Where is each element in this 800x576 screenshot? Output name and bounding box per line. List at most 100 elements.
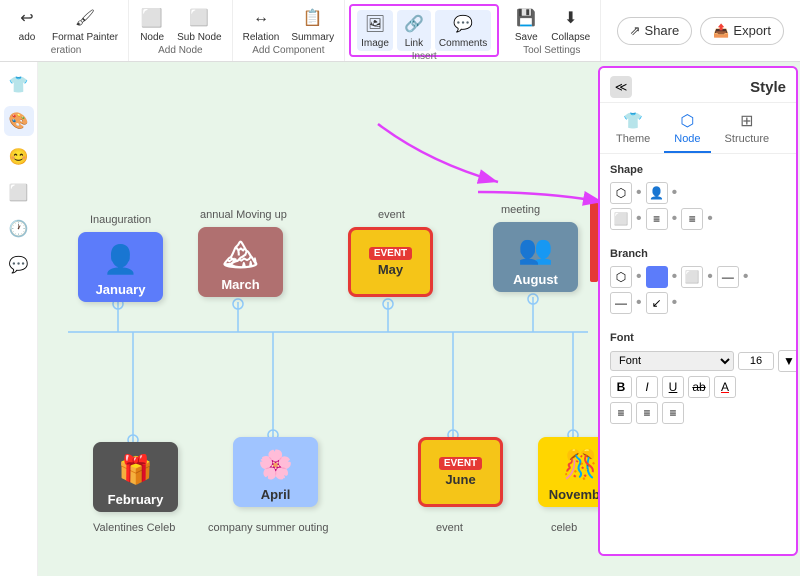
icon-icon[interactable]: 😊: [4, 142, 34, 172]
march-icon: 🏔: [211, 232, 271, 277]
font-color-button[interactable]: A: [714, 376, 736, 398]
node-march[interactable]: 🏔 March: [198, 227, 283, 297]
shape-dot-2: •: [672, 184, 678, 202]
font-size-down-button[interactable]: ▼: [778, 350, 798, 372]
branch-btn-4[interactable]: —: [717, 266, 739, 288]
font-size-input[interactable]: [738, 352, 774, 370]
link-button[interactable]: 🔗 Link: [397, 10, 431, 51]
shape-btn-2[interactable]: 👤: [646, 182, 668, 204]
structure-tab-label: Structure: [725, 133, 770, 145]
april-label: April: [261, 487, 291, 502]
strikethrough-label: ab: [692, 380, 705, 394]
shape-btn-3[interactable]: ⬜: [610, 208, 632, 230]
sub-node-button[interactable]: ⬜ Sub Node: [173, 4, 225, 45]
group-label-insert: Insert: [412, 51, 437, 62]
branch-row-1: ⬡ • • ⬜ • — •: [610, 266, 786, 288]
toolbar-group-generation: ↩ ado 🖌 Format Painter eration: [4, 0, 129, 61]
february-label: February: [108, 492, 164, 507]
branch-btn-5[interactable]: —: [610, 292, 632, 314]
share-label: Share: [645, 23, 680, 38]
relation-icon: ↔: [248, 6, 274, 30]
export-label: Export: [733, 23, 771, 38]
group-label-generation: eration: [51, 45, 82, 56]
font-family-select[interactable]: Font Arial Times New Roman: [610, 351, 734, 371]
collapse-panel-icon: ≪: [615, 80, 628, 94]
save-label: Save: [515, 32, 538, 43]
outline-icon[interactable]: ⬜: [4, 178, 34, 208]
shape-section: Shape ⬡ • 👤 • ⬜ • ≡ • ≡ •: [600, 154, 796, 238]
branch-btn-3[interactable]: ⬜: [681, 266, 703, 288]
export-icon: 📤: [713, 23, 729, 39]
node-may[interactable]: EVENT May: [348, 227, 433, 297]
style-tabs: 👕 Theme ⬡ Node ⊞ Structure: [600, 103, 796, 154]
tab-theme[interactable]: 👕 Theme: [606, 107, 660, 153]
node-june[interactable]: EVENT June: [418, 437, 503, 507]
toolbar-group-add-node: ⬜ Node ⬜ Sub Node Add Node: [129, 0, 232, 61]
align-left-button[interactable]: ≡: [610, 402, 632, 424]
february-icon: 🎁: [106, 447, 166, 492]
history-icon[interactable]: 🕐: [4, 214, 34, 244]
feedback-icon[interactable]: 💬: [4, 250, 34, 280]
node-august[interactable]: 👥 August: [493, 222, 578, 292]
shape-btn-1[interactable]: ⬡: [610, 182, 632, 204]
may-label: May: [378, 262, 403, 277]
march-label: March: [221, 277, 259, 292]
shape-dot-1: •: [636, 184, 642, 202]
theme-tab-icon: 👕: [623, 111, 643, 131]
june-label: June: [445, 472, 475, 487]
undo-button[interactable]: ↩ ado: [10, 4, 44, 45]
font-label: Font: [610, 332, 786, 344]
toolbar-group-insert: 🖼 Image 🔗 Link 💬 Comments Insert: [349, 4, 499, 57]
comments-button[interactable]: 💬 Comments: [435, 10, 491, 51]
node-january[interactable]: 👤 January: [78, 232, 163, 302]
shape-btn-5[interactable]: ≡: [681, 208, 703, 230]
link-icon: 🔗: [401, 12, 427, 36]
format-painter-button[interactable]: 🖌 Format Painter: [48, 4, 122, 45]
strikethrough-button[interactable]: ab: [688, 376, 710, 398]
toolbar-group-tool-settings: 💾 Save ⬇ Collapse Tool Settings: [503, 0, 601, 61]
branch-btn-1[interactable]: ⬡: [610, 266, 632, 288]
collapse-panel-button[interactable]: ≪: [610, 76, 632, 98]
summary-icon: 📋: [300, 6, 326, 30]
relation-button[interactable]: ↔ Relation: [239, 4, 284, 45]
bold-button[interactable]: B: [610, 376, 632, 398]
share-button[interactable]: ⇗ Share: [617, 17, 693, 45]
node-april[interactable]: 🌸 April: [233, 437, 318, 507]
branch-section: Branch ⬡ • • ⬜ • — • — • ↙ •: [600, 238, 796, 322]
branch-btn-6[interactable]: ↙: [646, 292, 668, 314]
style-icon[interactable]: 🎨: [4, 106, 34, 136]
label-event-may: event: [378, 209, 405, 221]
shape-btn-4[interactable]: ≡: [646, 208, 668, 230]
branch-color-btn[interactable]: [646, 266, 668, 288]
node-icon: ⬜: [139, 6, 165, 30]
group-label-add-node: Add Node: [158, 45, 202, 56]
label-celeb: celeb: [551, 522, 577, 534]
align-right-button[interactable]: ≡: [662, 402, 684, 424]
branch-dot-6: •: [672, 294, 678, 312]
top-right-actions: ⇗ Share 📤 Export: [617, 0, 796, 61]
august-icon: 👥: [506, 227, 566, 272]
main-area: 👕 🎨 😊 ⬜ 🕐 💬: [0, 62, 800, 576]
image-button[interactable]: 🖼 Image: [357, 10, 393, 51]
export-button[interactable]: 📤 Export: [700, 17, 784, 45]
bold-label: B: [617, 380, 626, 394]
sub-node-icon: ⬜: [186, 6, 212, 30]
summary-button[interactable]: 📋 Summary: [287, 4, 338, 45]
underline-button[interactable]: U: [662, 376, 684, 398]
italic-button[interactable]: I: [636, 376, 658, 398]
link-label: Link: [405, 38, 423, 49]
tab-node[interactable]: ⬡ Node: [664, 107, 710, 153]
save-button[interactable]: 💾 Save: [509, 4, 543, 45]
node-february[interactable]: 🎁 February: [93, 442, 178, 512]
italic-label: I: [645, 380, 648, 394]
collapse-icon: ⬇: [558, 6, 584, 30]
tab-structure[interactable]: ⊞ Structure: [715, 107, 780, 153]
collapse-button[interactable]: ⬇ Collapse: [547, 4, 594, 45]
shape-label: Shape: [610, 164, 786, 176]
branch-dot-3: •: [707, 268, 713, 286]
theme-icon[interactable]: 👕: [4, 70, 34, 100]
font-align-row: ≡ ≡ ≡: [610, 402, 786, 424]
align-center-button[interactable]: ≡: [636, 402, 658, 424]
node-button[interactable]: ⬜ Node: [135, 4, 169, 45]
comments-label: Comments: [439, 38, 487, 49]
